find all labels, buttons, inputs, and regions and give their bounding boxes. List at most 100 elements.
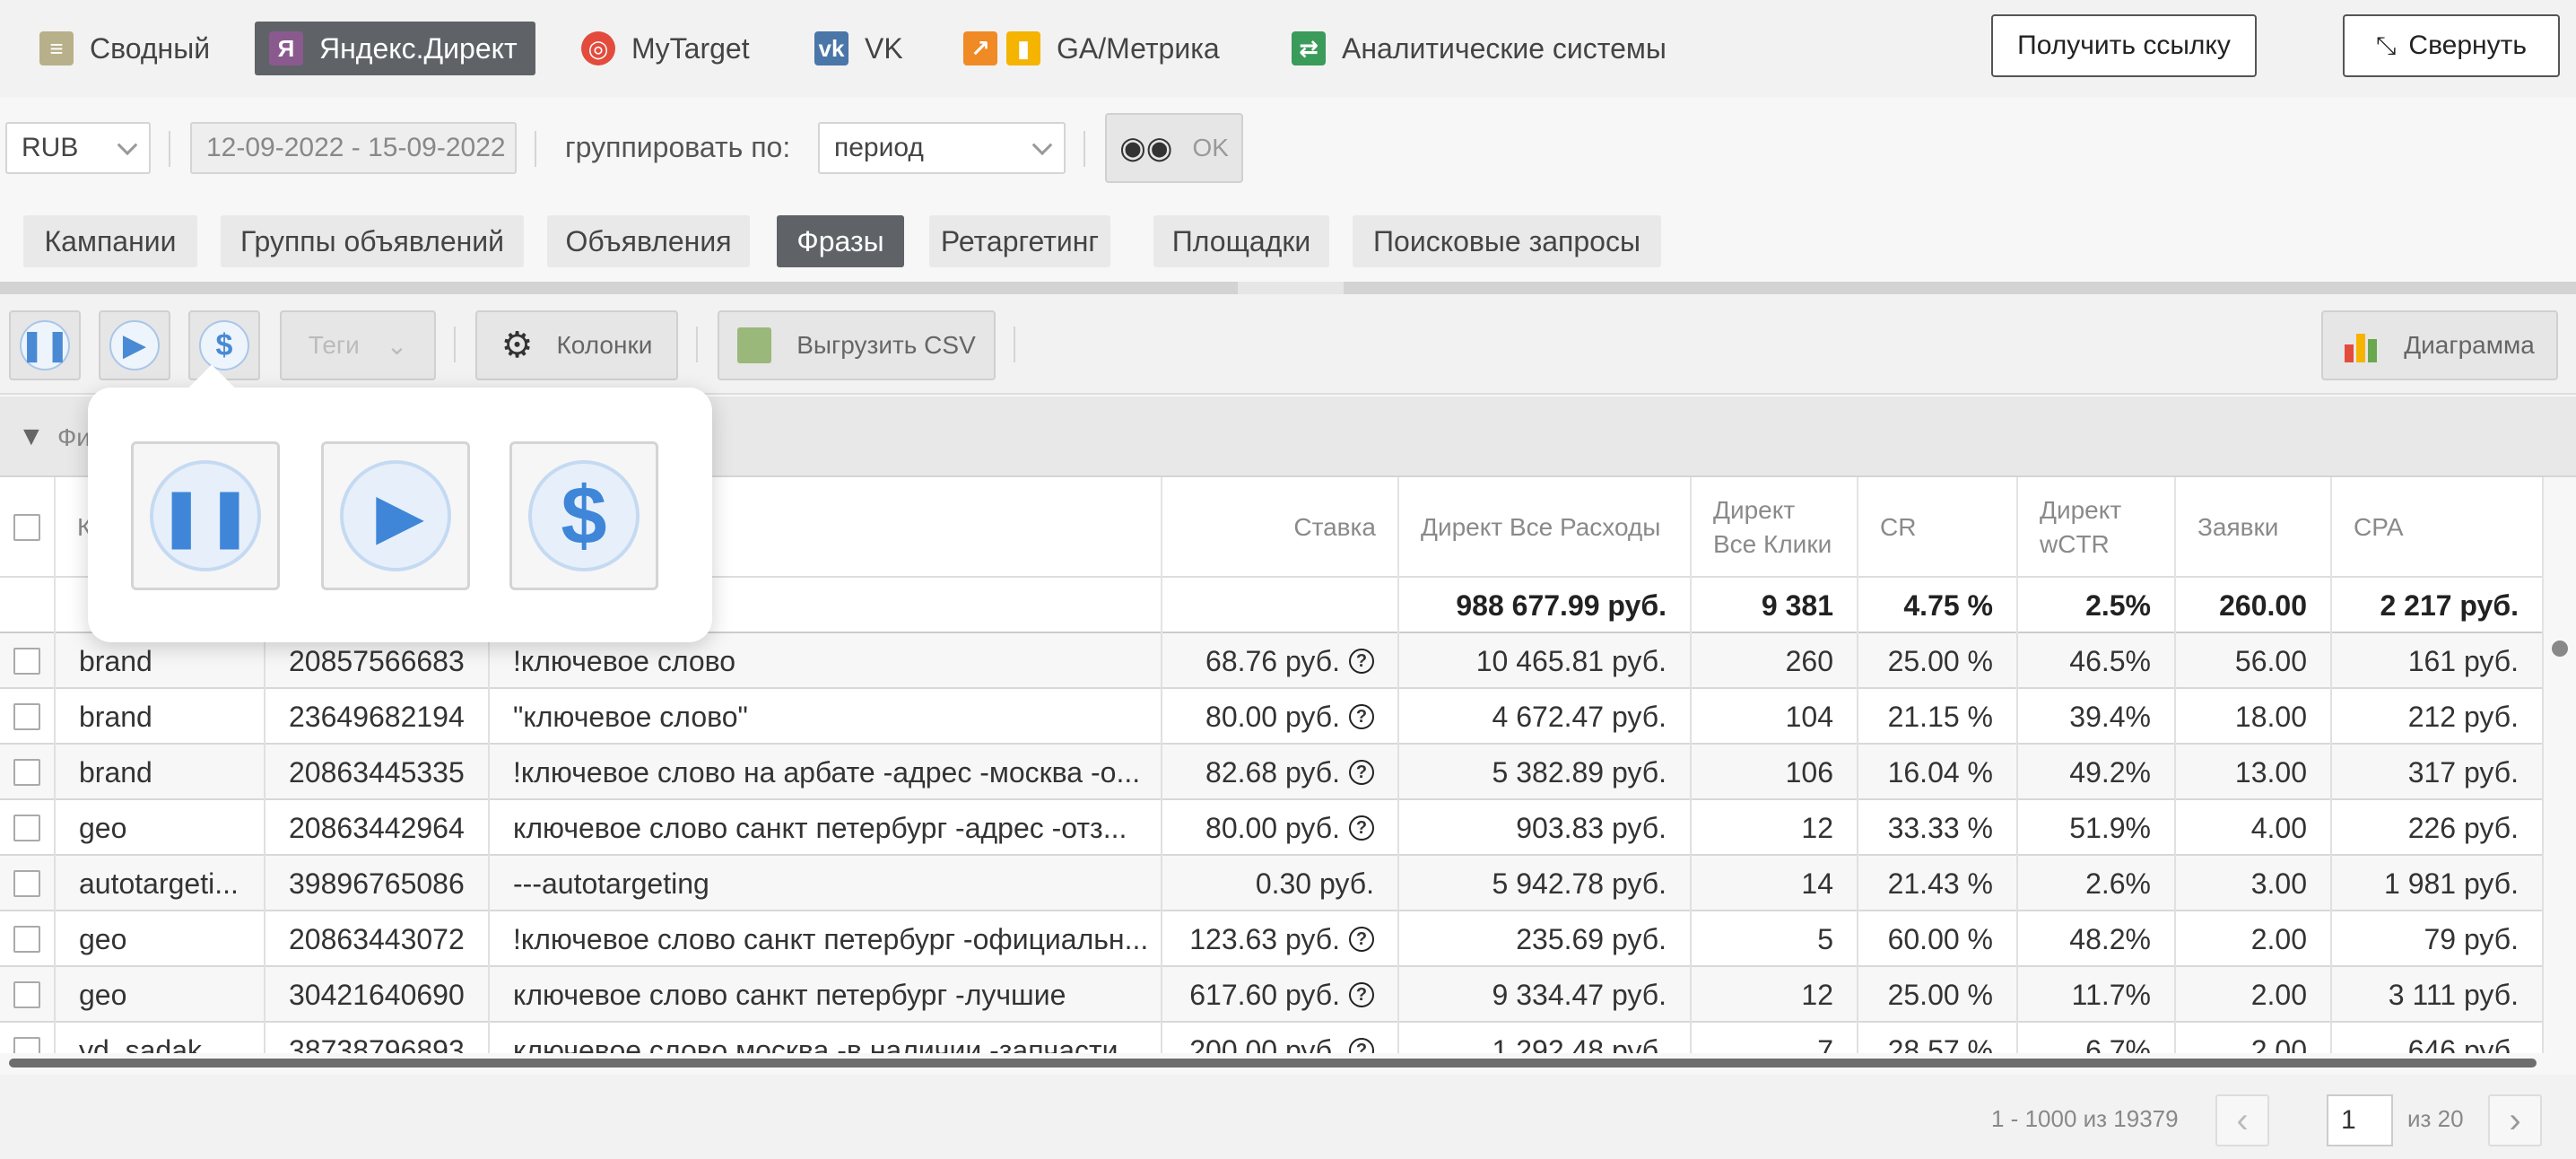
cell-id: 39896765086 <box>265 856 490 911</box>
row-checkbox[interactable] <box>13 703 40 730</box>
bid-button[interactable]: $ <box>188 310 260 380</box>
table-row[interactable]: geo 20863442964 ключевое слово санкт петер… <box>0 800 2544 856</box>
next-page-button[interactable]: › <box>2488 1094 2542 1146</box>
nav-tab-summary[interactable]: ≡ Сводный <box>25 22 228 75</box>
col-expenses-header[interactable]: Директ Все Расходы <box>1399 477 1692 578</box>
group-by-select[interactable]: период <box>818 122 1066 174</box>
cell-text: !ключевое слово <box>513 644 736 677</box>
tab-ads[interactable]: Объявления <box>547 215 750 267</box>
tab-search-queries[interactable]: Поисковые запросы <box>1353 215 1661 267</box>
filter-label[interactable]: Фи <box>57 423 91 452</box>
table-row[interactable]: geo 30421640690 ключевое слово санкт петер… <box>0 967 2544 1023</box>
col-wctr-header[interactable]: Директ wCTR <box>2018 477 2176 578</box>
row-checkbox[interactable] <box>13 759 40 786</box>
row-checkbox[interactable] <box>13 1037 40 1053</box>
cell-cpa: 646 руб. <box>2332 1023 2544 1053</box>
col-cr-header[interactable]: CR <box>1858 477 2018 578</box>
cell-text: 38738796893 <box>289 1033 465 1054</box>
row-checkbox[interactable] <box>13 981 40 1008</box>
help-icon[interactable]: ? <box>1349 704 1374 729</box>
ok-button[interactable]: ◉◉ OK <box>1105 113 1243 183</box>
cell-stavka[interactable]: 80.00 руб.? <box>1162 800 1399 856</box>
horizontal-scrollbar[interactable] <box>9 1059 2537 1068</box>
cell-text: 2.00 <box>2250 1033 2307 1054</box>
table-row[interactable]: yd_sadak... 38738796893 ключевое слово мос… <box>0 1023 2544 1053</box>
cell-expenses: 10 465.81 руб. <box>1399 633 1692 689</box>
tab-phrases[interactable]: Фразы <box>777 215 904 267</box>
row-checkbox-cell <box>0 1023 56 1053</box>
col-leads-header[interactable]: Заявки <box>2176 477 2332 578</box>
cell-stavka[interactable]: 82.68 руб.? <box>1162 745 1399 800</box>
col-cpa-header[interactable]: CPA <box>2332 477 2544 578</box>
export-csv-label: Выгрузить CSV <box>796 331 976 359</box>
help-icon[interactable]: ? <box>1349 927 1374 952</box>
table-row[interactable]: brand 20863445335 !ключевое слово на арбат… <box>0 745 2544 800</box>
export-csv-button[interactable]: Выгрузить CSV <box>718 310 996 380</box>
page-number-input[interactable]: 1 <box>2327 1094 2393 1146</box>
cell-stavka[interactable]: 0.30 руб. <box>1162 856 1399 911</box>
tab-campaigns[interactable]: Кампании <box>23 215 197 267</box>
popup-play-button[interactable]: ▶ <box>321 441 470 590</box>
popup-bid-button[interactable]: $ <box>509 441 658 590</box>
help-icon[interactable]: ? <box>1349 649 1374 674</box>
nav-tab-vk[interactable]: vk VK <box>800 22 921 75</box>
tags-select[interactable]: Теги ⌄ <box>280 310 436 380</box>
cell-text: "ключевое слово" <box>513 700 748 733</box>
cell-leads: 56.00 <box>2176 633 2332 689</box>
cell-leads: 3.00 <box>2176 856 2332 911</box>
tab-ad-groups[interactable]: Группы объявлений <box>221 215 524 267</box>
collapse-button[interactable]: ⤡ Свернуть <box>2343 14 2560 77</box>
col-clicks-header[interactable]: Директ Все Клики <box>1692 477 1858 578</box>
chevron-down-icon <box>1031 135 1053 156</box>
cell-cpa: 79 руб. <box>2332 911 2544 967</box>
table-row[interactable]: autotargeti... 39896765086 ---autotargetin… <box>0 856 2544 911</box>
table-row[interactable]: brand 23649682194 "ключевое слово" 80.00 ру… <box>0 689 2544 745</box>
get-link-button[interactable]: Получить ссылку <box>1991 14 2257 77</box>
help-icon[interactable]: ? <box>1349 982 1374 1007</box>
chart-button[interactable]: Диаграмма <box>2321 310 2558 380</box>
help-icon[interactable]: ? <box>1349 1038 1374 1053</box>
nav-tab-mytarget[interactable]: ◎ MyTarget <box>567 22 768 75</box>
pause-button[interactable]: ❚❚ <box>9 310 81 380</box>
cell-stavka[interactable]: 68.76 руб.? <box>1162 633 1399 689</box>
cell-text: 80.00 руб. <box>1205 700 1340 733</box>
cell-stavka[interactable]: 80.00 руб.? <box>1162 689 1399 745</box>
cell-text: 16.04 % <box>1887 755 1993 789</box>
date-range-field[interactable]: 12-09-2022 - 15-09-2022 <box>190 122 517 174</box>
row-checkbox[interactable] <box>13 926 40 953</box>
cell-stavka[interactable]: 200.00 руб.? <box>1162 1023 1399 1053</box>
help-icon[interactable]: ? <box>1349 815 1374 841</box>
row-checkbox[interactable] <box>13 815 40 841</box>
nav-tab-ga-metrika[interactable]: ↗ ▮ GA/Метрика <box>949 22 1238 75</box>
vertical-scrollbar-thumb[interactable] <box>2552 640 2568 657</box>
tab-retargeting[interactable]: Ретаргетинг <box>929 215 1110 267</box>
cell-clicks: 106 <box>1692 745 1858 800</box>
cell-expenses: 9 334.47 руб. <box>1399 967 1692 1023</box>
nav-tab-analytics-systems[interactable]: ⇄ Аналитические системы <box>1277 22 1684 75</box>
panel-splitter[interactable] <box>0 282 2576 294</box>
select-all-checkbox[interactable] <box>13 514 40 541</box>
cell-campaign: geo <box>56 911 265 967</box>
cell-text: 56.00 <box>2234 644 2307 677</box>
nav-tab-yandex-direct[interactable]: Я Яндекс.Директ <box>255 22 535 75</box>
play-button[interactable]: ▶ <box>99 310 170 380</box>
nav-tab-label: VK <box>865 31 903 65</box>
help-icon[interactable]: ? <box>1349 760 1374 785</box>
table-row[interactable]: geo 20863443072 !ключевое слово санкт пете… <box>0 911 2544 967</box>
row-checkbox[interactable] <box>13 870 40 897</box>
tab-placements[interactable]: Площадки <box>1153 215 1329 267</box>
prev-page-button[interactable]: ‹ <box>2215 1094 2269 1146</box>
cell-campaign: geo <box>56 967 265 1023</box>
splitter-handle[interactable] <box>1238 282 1344 294</box>
cell-stavka[interactable]: 617.60 руб.? <box>1162 967 1399 1023</box>
total-clicks: 9 381 <box>1692 578 1858 633</box>
col-stavka-header[interactable]: Ставка <box>1162 477 1399 578</box>
columns-button[interactable]: ⚙ Колонки <box>475 310 678 380</box>
row-checkbox[interactable] <box>13 648 40 675</box>
cell-stavka[interactable]: 123.63 руб.? <box>1162 911 1399 967</box>
currency-select[interactable]: RUB <box>5 122 151 174</box>
cell-cr: 21.15 % <box>1858 689 2018 745</box>
popup-pause-button[interactable]: ❚❚ <box>131 441 280 590</box>
cell-text: 4.00 <box>2250 811 2307 844</box>
cell-text: brand <box>79 755 152 789</box>
